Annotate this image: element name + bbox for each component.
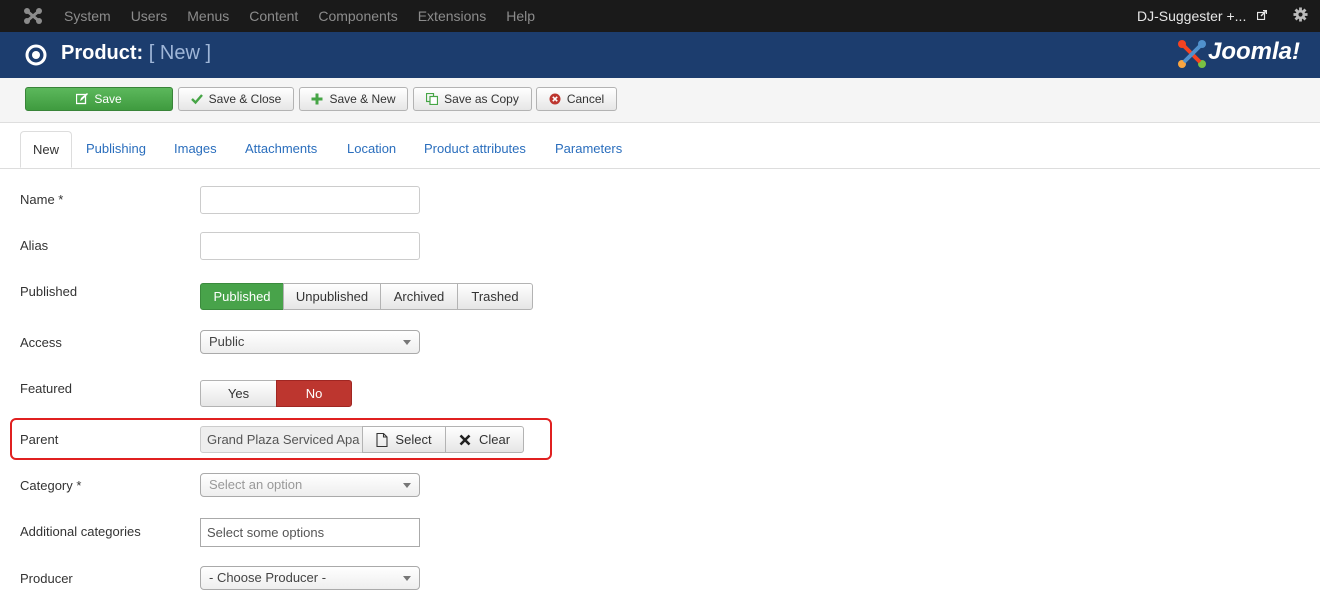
- featured-yes-button[interactable]: Yes: [200, 380, 277, 407]
- status-published-button[interactable]: Published: [200, 283, 284, 310]
- menu-item-extensions[interactable]: Extensions: [418, 8, 486, 24]
- additional-categories-input[interactable]: Select some options: [200, 518, 420, 547]
- page-title-state: [ New ]: [148, 42, 212, 64]
- dropdown-arrow-icon: [403, 483, 411, 488]
- tab-publishing[interactable]: Publishing: [86, 141, 146, 156]
- tab-bar: New Publishing Images Attachments Locati…: [0, 131, 1320, 169]
- save-copy-label: Save as Copy: [444, 92, 519, 106]
- parent-clear-label: Clear: [478, 432, 511, 447]
- alias-label: Alias: [20, 238, 49, 253]
- plus-icon: [311, 93, 323, 105]
- menu-item-users[interactable]: Users: [131, 8, 168, 24]
- joomla-brand-text: Joomla!: [1208, 38, 1301, 65]
- copy-icon: [426, 93, 439, 105]
- dropdown-arrow-icon: [403, 576, 411, 581]
- toolbar: Save Save & Close Save & New Save as Cop…: [0, 78, 1320, 123]
- parent-clear-button[interactable]: Clear: [445, 426, 524, 453]
- category-placeholder: Select an option: [209, 477, 303, 492]
- producer-select[interactable]: - Choose Producer -: [200, 566, 420, 590]
- producer-value: - Choose Producer -: [209, 570, 327, 585]
- status-archived-button[interactable]: Archived: [380, 283, 458, 310]
- page-title-text: Product:: [61, 42, 144, 64]
- main-menu: System Users Menus Content Components Ex…: [64, 0, 555, 32]
- category-label: Category *: [20, 478, 82, 493]
- parent-select-label: Select: [395, 432, 432, 447]
- save-close-label: Save & Close: [208, 92, 282, 106]
- external-link-icon[interactable]: [1257, 10, 1267, 20]
- gear-icon[interactable]: [1293, 7, 1308, 22]
- top-navbar: System Users Menus Content Components Ex…: [0, 0, 1320, 33]
- tab-parameters[interactable]: Parameters: [555, 141, 622, 156]
- cancel-icon: [549, 93, 561, 105]
- status-unpublished-button[interactable]: Unpublished: [283, 283, 381, 310]
- alias-input[interactable]: [200, 232, 420, 260]
- tab-images[interactable]: Images: [174, 141, 217, 156]
- file-icon: [376, 432, 388, 447]
- save-close-button[interactable]: Save & Close: [178, 87, 294, 111]
- menu-item-system[interactable]: System: [64, 8, 111, 24]
- cancel-label: Cancel: [566, 92, 605, 106]
- access-label: Access: [20, 335, 62, 350]
- featured-label: Featured: [20, 381, 73, 396]
- featured-no-button[interactable]: No: [276, 380, 352, 407]
- producer-label: Producer: [20, 571, 73, 586]
- published-label: Published: [20, 284, 78, 299]
- page-title: Product: [ New ]: [61, 42, 211, 65]
- checkmark-icon: [190, 94, 203, 105]
- parent-label: Parent: [20, 432, 59, 447]
- additional-categories-label: Additional categories: [20, 524, 141, 539]
- status-trashed-button[interactable]: Trashed: [457, 283, 533, 310]
- tab-new[interactable]: New: [20, 131, 72, 168]
- tab-location[interactable]: Location: [347, 141, 396, 156]
- tab-attachments[interactable]: Attachments: [245, 141, 317, 156]
- target-icon: [25, 44, 47, 66]
- menu-item-help[interactable]: Help: [506, 8, 535, 24]
- edit-icon: [76, 93, 89, 105]
- access-value: Public: [209, 334, 245, 349]
- save-button-label: Save: [94, 92, 122, 106]
- name-input[interactable]: [200, 186, 420, 214]
- tab-product-attributes[interactable]: Product attributes: [424, 141, 526, 156]
- dropdown-arrow-icon: [403, 340, 411, 345]
- joomla-icon[interactable]: [22, 6, 44, 26]
- save-new-button[interactable]: Save & New: [299, 87, 408, 111]
- page-header: Product: [ New ] Joomla!: [0, 32, 1320, 78]
- parent-select-button[interactable]: Select: [362, 426, 446, 453]
- close-icon: [459, 434, 471, 445]
- save-copy-button[interactable]: Save as Copy: [413, 87, 532, 111]
- save-new-label: Save & New: [329, 92, 396, 106]
- cancel-button[interactable]: Cancel: [536, 87, 617, 111]
- category-select[interactable]: Select an option: [200, 473, 420, 497]
- parent-value-field: Grand Plaza Serviced Apa: [200, 426, 363, 453]
- access-select[interactable]: Public: [200, 330, 420, 354]
- menu-item-components[interactable]: Components: [318, 8, 397, 24]
- menu-item-content[interactable]: Content: [249, 8, 298, 24]
- menu-item-menus[interactable]: Menus: [187, 8, 229, 24]
- name-label: Name *: [20, 192, 64, 207]
- site-link[interactable]: DJ-Suggester +...: [1137, 8, 1246, 24]
- save-button[interactable]: Save: [25, 87, 173, 111]
